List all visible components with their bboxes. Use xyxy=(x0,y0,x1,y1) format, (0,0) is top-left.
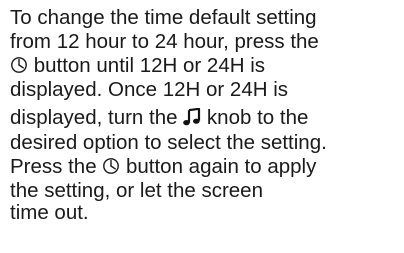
text-line-7a: Press the xyxy=(10,155,103,178)
instruction-line-6: desired option to select the setting. xyxy=(10,131,327,155)
instruction-line-9: time out. xyxy=(10,201,89,225)
instruction-line-7: Press the button again to apply xyxy=(10,155,316,179)
text-line-5b: knob to the xyxy=(201,106,309,129)
instruction-line-4: displayed. Once 12H or 24H is xyxy=(10,78,288,102)
text-line-5a: displayed, turn the xyxy=(10,106,184,129)
text-line-6: desired option to select the setting. xyxy=(10,131,327,154)
clock-icon xyxy=(102,157,120,175)
music-note-icon-graphic xyxy=(183,108,201,126)
music-note-icon xyxy=(183,108,201,126)
instruction-line-5: displayed, turn the knob to the xyxy=(10,106,308,130)
instruction-line-3: button until 12H or 24H is xyxy=(10,54,265,78)
text-line-8: the setting, or let the screen xyxy=(10,179,263,202)
text-line-2: from 12 hour to 24 hour, press the xyxy=(10,30,319,53)
text-line-9: time out. xyxy=(10,201,89,224)
text-line-7b: button again to apply xyxy=(120,155,317,178)
instruction-line-2: from 12 hour to 24 hour, press the xyxy=(10,30,319,54)
text-line-3: button until 12H or 24H is xyxy=(28,54,266,77)
clock-icon xyxy=(10,56,28,74)
clock-icon-graphic xyxy=(11,57,27,73)
instruction-line-1: To change the time default setting xyxy=(10,6,317,30)
clock-icon-graphic xyxy=(103,158,120,174)
instruction-line-8: the setting, or let the screen xyxy=(10,179,263,203)
text-line-1: To change the time default setting xyxy=(10,6,317,29)
text-line-4: displayed. Once 12H or 24H is xyxy=(10,78,289,101)
